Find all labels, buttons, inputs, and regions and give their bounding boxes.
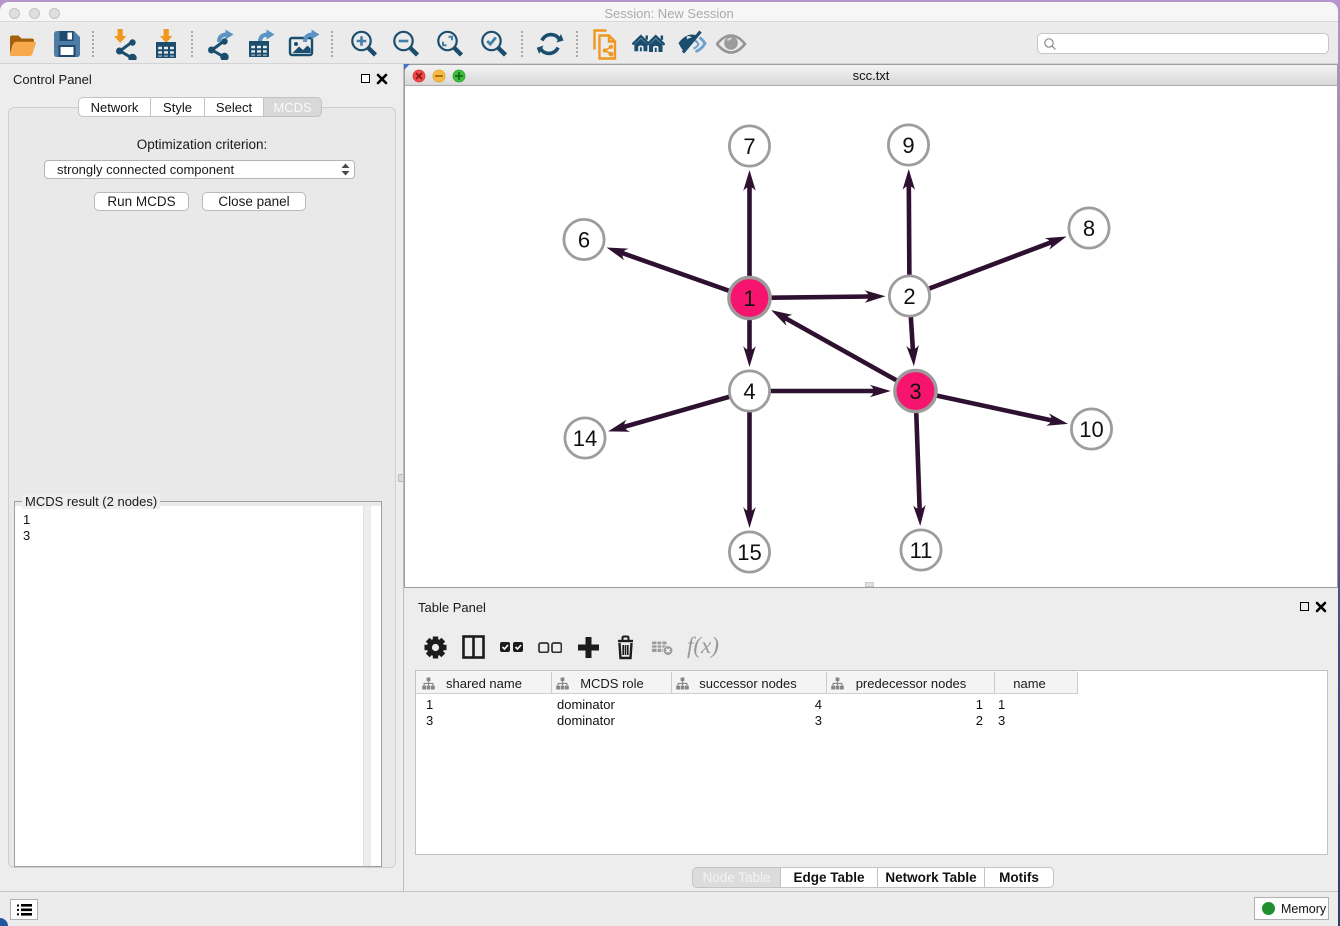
svg-text:1: 1 [743,286,755,311]
svg-text:11: 11 [910,538,933,563]
svg-text:7: 7 [743,134,755,159]
svg-text:14: 14 [573,426,597,451]
svg-text:8: 8 [1083,216,1095,241]
svg-text:3: 3 [909,379,921,404]
svg-text:4: 4 [743,379,755,404]
svg-text:6: 6 [578,227,590,252]
svg-text:15: 15 [737,540,761,565]
svg-text:9: 9 [902,133,914,158]
svg-text:2: 2 [903,284,915,309]
svg-text:10: 10 [1079,417,1103,442]
